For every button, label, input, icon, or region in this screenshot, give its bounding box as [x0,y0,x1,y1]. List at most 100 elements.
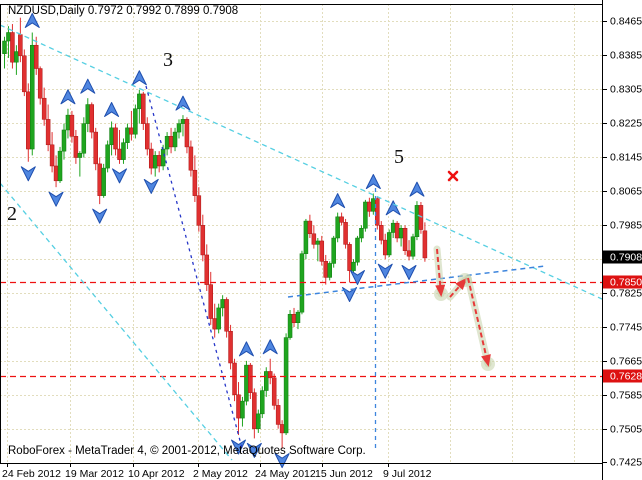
candle-bullish [177,124,181,132]
candle-bearish [22,56,26,92]
price-label: 0.8465 [610,16,642,28]
candle-bearish [10,33,14,63]
candle-bullish [244,365,248,401]
fractal-up-icon [61,90,75,104]
candle-bearish [149,149,153,168]
wave-label-5[interactable]: 5 [394,146,404,168]
candle-bullish [296,312,300,323]
chart-title: NZDUSD,Daily 0.7972 0.7992 0.7899 0.7908 [8,5,238,17]
candle-bearish [379,225,383,240]
candle-bullish [217,308,221,329]
chart-objects-layer: 2 3 5 [0,14,602,468]
price-scale[interactable]: 0.84650.83850.83050.82250.81450.80650.79… [602,16,642,469]
candle-bullish [264,371,268,390]
candle-bearish [383,240,387,255]
candle-bearish [38,69,42,99]
candle-bullish [332,238,336,263]
candle-bullish [260,391,264,414]
candle-bearish [320,241,324,261]
candle-bearish [367,202,371,211]
fractal-up-icon [410,182,424,196]
candles-layer [3,18,427,449]
candle-bearish [54,166,58,181]
candle-bullish [66,115,70,130]
candle-bullish [161,149,165,166]
candle-bullish [137,94,141,109]
fractal-down-icon [378,264,392,278]
candle-bullish [133,109,137,134]
candle-bullish [387,233,391,255]
candle-bullish [153,155,157,168]
candle-bullish [125,128,129,143]
candle-bearish [248,365,252,393]
candle-bearish [74,136,78,157]
candle-bullish [359,228,363,238]
price-label: 0.7665 [610,356,642,368]
time-scale[interactable]: 24 Feb 201219 Mar 201210 Apr 20122 May 2… [2,463,432,480]
candle-bullish [165,136,169,149]
candle-bullish [304,221,308,254]
trendline-wave3-decline[interactable] [146,86,243,452]
chart-canvas[interactable]: 235 0.84650.83850.83050.82250.81450.8065… [0,0,642,480]
price-label: 0.7505 [610,424,642,436]
candle-bullish [6,33,10,41]
candle-bearish [94,132,98,164]
wave-label-3[interactable]: 3 [163,49,173,71]
candle-bearish [229,331,233,363]
forecast-arrow-line[interactable] [468,278,486,356]
candle-bearish [169,136,173,147]
candle-bullish [102,168,106,196]
fractal-up-icon [263,340,277,354]
candle-bullish [352,262,356,270]
candle-bullish [328,263,332,277]
candle-bearish [90,105,94,133]
candle-bearish [403,228,407,250]
time-label: 2 May 2012 [193,468,248,480]
candle-bullish [363,202,367,228]
candle-bullish [173,132,177,147]
candle-bearish [276,405,280,424]
candle-bullish [284,338,288,433]
price-label: 0.8225 [610,118,642,130]
candle-bullish [411,237,415,256]
time-label: 10 Apr 2012 [128,468,185,480]
candle-bearish [34,45,38,68]
price-label: 0.8145 [610,152,642,164]
candle-bearish [344,222,348,244]
price-label: 0.8305 [610,84,642,96]
candle-bullish [62,130,66,151]
fractal-down-icon [21,167,35,181]
candle-bearish [141,94,145,124]
candle-bearish [26,92,30,149]
candle-bullish [30,45,34,149]
candle-bullish [14,52,18,63]
candle-bearish [233,363,237,395]
candle-bearish [407,251,411,257]
fractal-up-icon [105,102,119,116]
candle-bearish [18,35,22,56]
candle-bullish [86,105,90,124]
candle-bearish [50,145,54,166]
candle-bearish [197,196,201,226]
wave-label-2[interactable]: 2 [7,203,17,225]
candle-bearish [340,217,344,223]
candle-bearish [201,225,205,255]
candle-bearish [157,155,161,166]
candle-bullish [121,143,125,160]
candle-bearish [225,299,229,331]
candle-bullish [355,238,359,262]
fractal-down-icon [93,209,107,223]
candle-bullish [221,299,225,307]
candle-bearish [395,223,399,238]
candle-bearish [185,119,189,147]
price-box-label: 0.7908 [610,252,642,264]
time-label: 15 Jun 2012 [315,468,373,480]
candle-bearish [193,170,197,195]
price-label: 0.8065 [610,186,642,198]
price-label: 0.7825 [610,288,642,300]
fractal-down-icon [402,265,416,279]
candle-bearish [98,164,102,196]
price-box-label: 0.7850 [610,277,642,289]
grid-layer [0,4,602,463]
candle-bullish [256,414,260,429]
